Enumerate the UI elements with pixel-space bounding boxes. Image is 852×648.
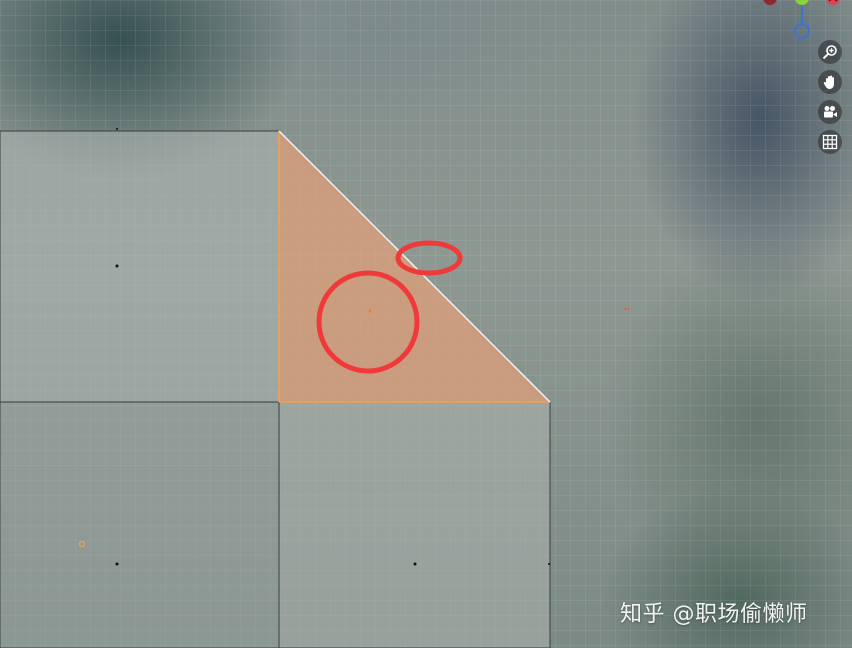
mesh-scene[interactable] [0,0,852,648]
gizmo-x-negative-icon[interactable] [763,0,777,5]
hand-icon [823,75,834,89]
navigation-gizmo[interactable] [762,0,842,40]
annotation-ellipse-edge [395,240,463,276]
face-center-dot [548,563,550,565]
face-center-dot [413,562,417,566]
viewport-tool-column [818,40,844,160]
face-center-dot [116,128,118,130]
gizmo-z-negative-icon[interactable] [794,23,810,39]
mesh-face-bottom-right[interactable] [278,401,551,648]
gizmo-x-positive-icon[interactable] [826,0,840,5]
zoom-button[interactable] [818,40,842,64]
magnifier-plus-icon [822,45,837,60]
watermark-text: 知乎 @职场偷懒师 [620,602,808,627]
face-center-dot [115,562,119,566]
mesh-face-bottom-left[interactable] [0,401,280,648]
face-center-dot [115,264,119,268]
camera-icon [824,106,837,118]
3d-viewport[interactable]: 知乎 @职场偷懒师 [0,0,852,648]
camera-view-button[interactable] [818,100,842,124]
gizmo-y-positive-icon[interactable] [795,0,809,5]
pan-button[interactable] [818,70,842,94]
perspective-toggle-button[interactable] [818,130,842,154]
selected-face-center-dot [368,309,372,313]
grid-icon [822,134,838,150]
mesh-face-top-left[interactable] [0,130,280,403]
